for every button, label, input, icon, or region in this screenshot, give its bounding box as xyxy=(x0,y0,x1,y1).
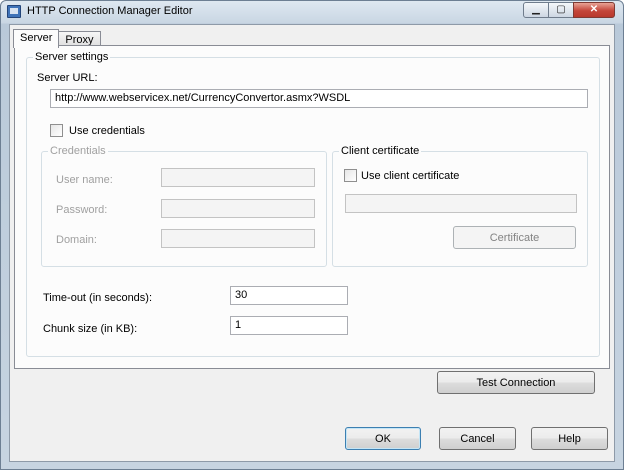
server-url-input[interactable]: http://www.webservicex.net/CurrencyConve… xyxy=(50,89,588,108)
dialog-window: HTTP Connection Manager Editor ▁ ▢ ✕ Ser… xyxy=(0,0,624,470)
maximize-icon: ▢ xyxy=(556,4,566,15)
domain-input[interactable] xyxy=(161,229,315,248)
timeout-label: Time-out (in seconds): xyxy=(43,292,153,304)
close-icon: ✕ xyxy=(589,4,599,15)
use-credentials-checkbox[interactable] xyxy=(50,124,63,137)
use-client-certificate-checkbox[interactable] xyxy=(344,169,357,182)
server-url-label: Server URL: xyxy=(37,72,98,84)
certificate-display-input[interactable] xyxy=(345,194,577,213)
close-button[interactable]: ✕ xyxy=(573,2,615,18)
use-client-certificate-label: Use client certificate xyxy=(361,170,460,182)
caption-buttons: ▁ ▢ ✕ xyxy=(523,2,615,18)
tab-server[interactable]: Server xyxy=(13,29,60,48)
domain-label: Domain: xyxy=(56,234,97,246)
title-bar[interactable]: HTTP Connection Manager Editor ▁ ▢ ✕ xyxy=(1,1,623,23)
app-window-icon xyxy=(7,5,21,18)
ok-button[interactable]: OK xyxy=(345,427,421,450)
dialog-client-area: Server Proxy Server settings Server URL:… xyxy=(9,24,615,462)
test-connection-button[interactable]: Test Connection xyxy=(437,371,595,394)
minimize-icon: ▁ xyxy=(532,4,540,15)
use-credentials-label: Use credentials xyxy=(69,125,145,137)
chunk-size-input[interactable]: 1 xyxy=(230,316,348,335)
user-name-label: User name: xyxy=(56,174,113,186)
user-name-input[interactable] xyxy=(161,168,315,187)
chunk-size-label: Chunk size (in KB): xyxy=(43,323,138,335)
server-settings-legend: Server settings xyxy=(35,51,109,63)
timeout-input[interactable]: 30 xyxy=(230,286,348,305)
password-input[interactable] xyxy=(161,199,315,218)
minimize-button[interactable]: ▁ xyxy=(523,2,549,18)
client-certificate-legend: Client certificate xyxy=(341,145,420,157)
maximize-button[interactable]: ▢ xyxy=(548,2,574,18)
certificate-button[interactable]: Certificate xyxy=(453,226,576,249)
help-button[interactable]: Help xyxy=(531,427,608,450)
cancel-button[interactable]: Cancel xyxy=(439,427,516,450)
window-title: HTTP Connection Manager Editor xyxy=(27,5,193,17)
credentials-legend: Credentials xyxy=(50,145,106,157)
password-label: Password: xyxy=(56,204,108,216)
server-tab-panel: Server settings Server URL: http://www.w… xyxy=(14,45,610,369)
